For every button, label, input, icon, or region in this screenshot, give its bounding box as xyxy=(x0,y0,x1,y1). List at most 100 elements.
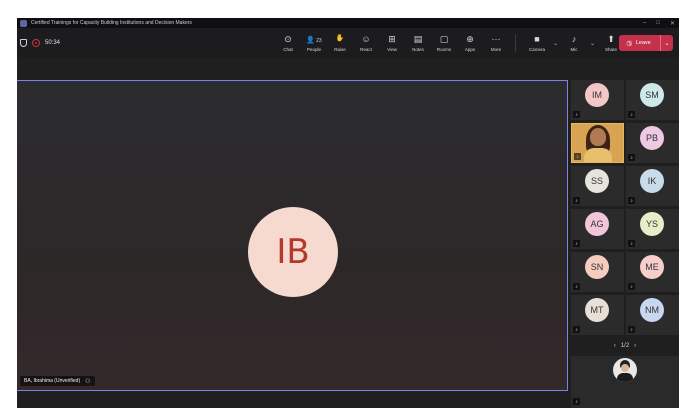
mic-button[interactable]: ♪ Mic xyxy=(559,30,589,56)
rooms-button[interactable]: ▢ Rooms xyxy=(431,30,457,56)
page-indicator: 1/2 xyxy=(620,343,630,349)
mic-muted-icon: ♪ xyxy=(628,154,635,161)
participant-tile[interactable]: NM ♪ xyxy=(626,295,679,335)
mic-muted-icon: ♪ xyxy=(628,240,635,247)
mic-options-chevron-icon[interactable]: ⌄ xyxy=(590,40,595,47)
people-icon: 👤23 xyxy=(306,37,322,44)
rooms-label: Rooms xyxy=(436,47,452,52)
view-label: View xyxy=(387,47,397,52)
participant-avatar: SN xyxy=(585,255,609,279)
window-controls: – □ ✕ xyxy=(643,18,675,28)
mic-muted-icon: ♪ xyxy=(573,283,580,290)
previous-page-icon[interactable]: ‹ xyxy=(614,343,616,349)
mic-muted-icon: ♪ xyxy=(628,283,635,290)
camera-button[interactable]: ■ Camera xyxy=(522,30,552,56)
meeting-toolbar: 50:34 ⊙ Chat 👤23 People ✋ Raise ☺ React … xyxy=(17,28,679,58)
share-icon: ⬆ xyxy=(607,34,615,44)
people-button[interactable]: 👤23 People xyxy=(301,30,327,56)
main-stage[interactable]: IB BA, Ibrahima (Unverified) ⚇ xyxy=(17,80,568,391)
raise-button[interactable]: ✋ Raise xyxy=(327,30,353,56)
close-button[interactable]: ✕ xyxy=(670,20,675,27)
more-icon: ··· xyxy=(491,34,501,44)
people-label: People xyxy=(306,47,321,52)
meeting-timer: 50:34 xyxy=(45,40,61,46)
participant-tile[interactable]: PB ♪ xyxy=(626,123,679,163)
notes-icon: ▤ xyxy=(413,34,423,44)
participant-tile[interactable]: AG ♪ xyxy=(571,209,624,249)
mic-label: Mic xyxy=(570,47,578,52)
minimize-button[interactable]: – xyxy=(643,20,646,26)
mic-muted-icon: ♪ xyxy=(573,111,580,118)
title-bar: Certified Trainings for Capacity Buildin… xyxy=(17,18,679,28)
participant-tile[interactable]: ME ♪ xyxy=(626,252,679,292)
camera-options-chevron-icon[interactable]: ⌄ xyxy=(553,40,558,47)
participant-tile[interactable]: ♪ xyxy=(571,123,624,163)
apps-label: Apps xyxy=(464,47,476,52)
participant-avatar: PB xyxy=(640,126,664,150)
self-video-tile[interactable]: ♪ xyxy=(571,356,679,408)
speaker-name: BA, Ibrahima (Unverified) xyxy=(24,378,81,384)
people-count: 23 xyxy=(316,38,322,44)
raise-hand-icon: ✋ xyxy=(335,35,345,42)
chat-label: Chat xyxy=(283,47,293,52)
participant-avatar: NM xyxy=(640,298,664,322)
leave-label: Leave xyxy=(635,40,651,46)
react-icon: ☺ xyxy=(361,34,371,44)
rooms-icon: ▢ xyxy=(439,34,449,44)
self-avatar xyxy=(613,358,637,382)
apps-icon: ⊕ xyxy=(466,34,474,44)
participant-avatar: IK xyxy=(640,169,664,193)
camera-label: Camera xyxy=(528,47,545,52)
participant-tile[interactable]: SS ♪ xyxy=(571,166,624,206)
participant-avatar: ME xyxy=(640,255,664,279)
recording-icon xyxy=(32,39,40,47)
mic-muted-icon: ♪ xyxy=(628,111,635,118)
toolbar-buttons: ⊙ Chat 👤23 People ✋ Raise ☺ React ⊞ View… xyxy=(275,28,626,58)
chat-button[interactable]: ⊙ Chat xyxy=(275,30,301,56)
toolbar-divider xyxy=(515,34,516,52)
participant-avatar: YS xyxy=(640,212,664,236)
view-icon: ⊞ xyxy=(388,34,396,44)
chat-icon: ⊙ xyxy=(284,34,292,44)
mic-muted-icon: ♪ xyxy=(573,326,580,333)
camera-icon: ■ xyxy=(534,34,540,44)
mic-muted-icon: ♪ xyxy=(573,240,580,247)
react-button[interactable]: ☺ React xyxy=(353,30,379,56)
raise-label: Raise xyxy=(334,47,346,52)
next-page-icon[interactable]: › xyxy=(634,343,636,349)
notes-button[interactable]: ▤ Notes xyxy=(405,30,431,56)
more-label: More xyxy=(490,47,502,52)
share-label: Share xyxy=(605,47,618,52)
leave-button[interactable]: ✆ Leave ⌄ xyxy=(619,35,673,51)
mic-muted-icon: ♪ xyxy=(573,197,580,204)
participant-tile[interactable]: MT ♪ xyxy=(571,295,624,335)
mic-muted-icon: ♪ xyxy=(573,398,580,405)
teams-meeting-window: Certified Trainings for Capacity Buildin… xyxy=(17,18,679,408)
mic-muted-icon: ♪ xyxy=(628,326,635,333)
participant-tile[interactable]: YS ♪ xyxy=(626,209,679,249)
participant-tile[interactable]: SN ♪ xyxy=(571,252,624,292)
react-label: React xyxy=(360,47,372,52)
participant-avatar: SS xyxy=(585,169,609,193)
window-title: Certified Trainings for Capacity Buildin… xyxy=(31,20,192,26)
notes-label: Notes xyxy=(412,47,424,52)
shield-icon[interactable] xyxy=(20,39,27,47)
leave-options-chevron-icon[interactable]: ⌄ xyxy=(660,35,673,51)
participant-tile[interactable]: SM ♪ xyxy=(626,80,679,120)
phone-hangup-icon: ✆ xyxy=(624,38,634,48)
people-icon: ⚇ xyxy=(85,378,91,385)
participant-tile[interactable]: IM ♪ xyxy=(571,80,624,120)
teams-logo-icon xyxy=(20,19,27,27)
participant-avatar: IM xyxy=(585,83,609,107)
participant-avatar: MT xyxy=(585,298,609,322)
mic-muted-icon: ♪ xyxy=(574,153,581,160)
participant-avatar: SM xyxy=(640,83,664,107)
maximize-button[interactable]: □ xyxy=(656,20,660,26)
speaker-name-tag: BA, Ibrahima (Unverified) ⚇ xyxy=(20,376,95,386)
view-button[interactable]: ⊞ View xyxy=(379,30,405,56)
mic-off-icon: ♪ xyxy=(571,34,577,44)
apps-button[interactable]: ⊕ Apps xyxy=(457,30,483,56)
gallery-pager: ‹ 1/2 › xyxy=(571,340,679,352)
participant-tile[interactable]: IK ♪ xyxy=(626,166,679,206)
more-button[interactable]: ··· More xyxy=(483,30,509,56)
